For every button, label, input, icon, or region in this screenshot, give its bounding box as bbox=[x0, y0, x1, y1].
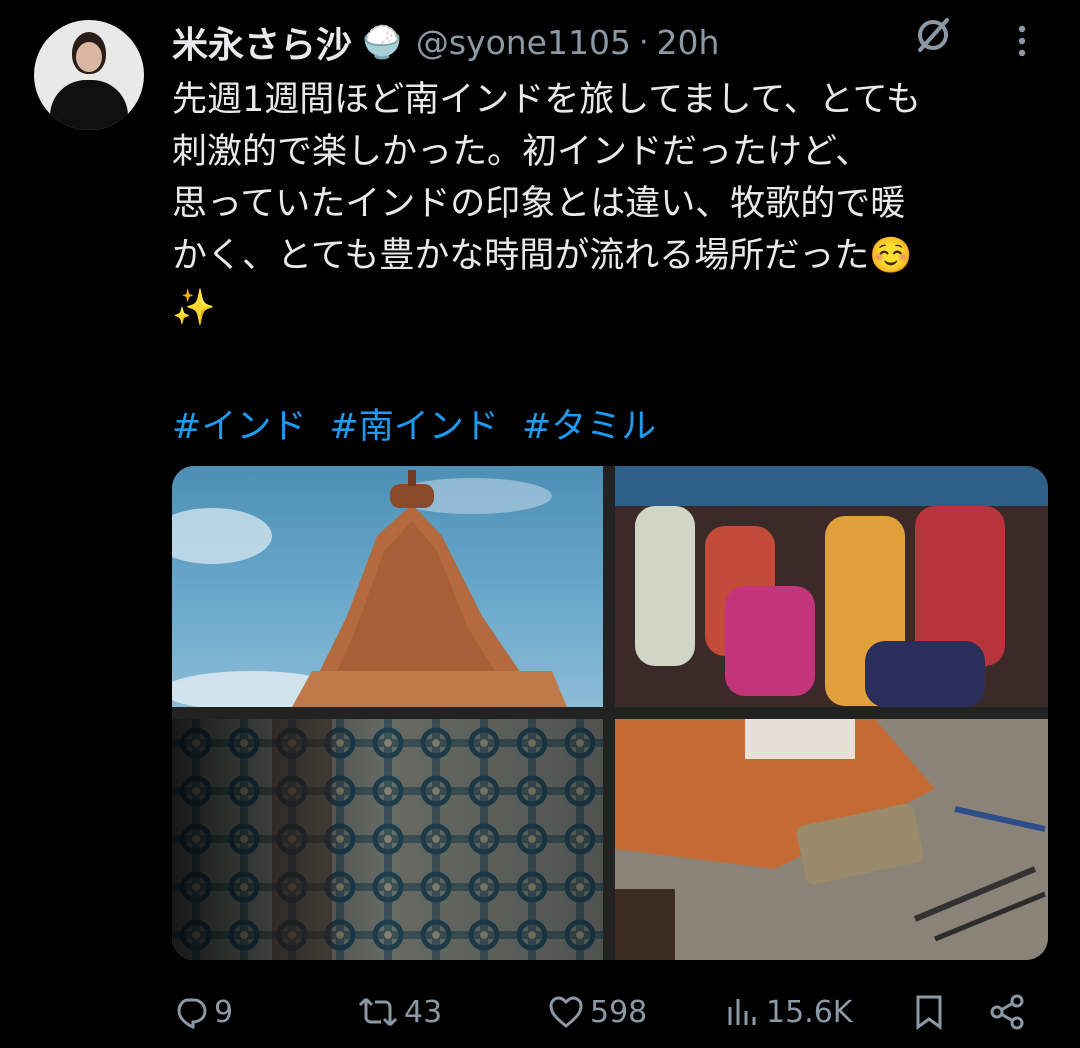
tweet-line: 刺激的で楽しかった。初インドだったけど、 bbox=[172, 132, 871, 172]
craftsman-tools-photo[interactable] bbox=[615, 719, 1048, 960]
patterned-tiles-photo[interactable] bbox=[172, 719, 603, 960]
timestamp[interactable]: 20h bbox=[657, 23, 720, 62]
like-count: 598 bbox=[590, 994, 648, 1030]
avatar-body bbox=[50, 80, 128, 130]
grok-slash-icon[interactable] bbox=[912, 14, 954, 56]
repost-button[interactable]: 43 bbox=[358, 982, 442, 1042]
author-avatar[interactable] bbox=[34, 20, 144, 130]
tweet-line: ✨ bbox=[172, 288, 216, 328]
temple-photo[interactable] bbox=[172, 466, 603, 707]
bookmark-icon bbox=[916, 995, 942, 1030]
reply-count: 9 bbox=[214, 994, 234, 1030]
repost-count: 43 bbox=[404, 994, 443, 1030]
views-button[interactable]: 15.6K bbox=[726, 982, 852, 1042]
repost-icon bbox=[358, 997, 398, 1027]
tweet-line: 思っていたインドの印象とは違い、牧歌的で暖 bbox=[172, 184, 906, 224]
tweet-line: 先週1週間ほど南インドを旅してまして、とても bbox=[172, 80, 921, 120]
share-icon bbox=[990, 994, 1024, 1030]
author-handle[interactable]: @syone1105 bbox=[416, 23, 631, 62]
author-name[interactable]: 米永さら沙 bbox=[172, 16, 352, 68]
separator-dot: · bbox=[638, 24, 649, 60]
tweet-text: 先週1週間ほど南インドを旅してまして、とても 刺激的で楽しかった。初インドだった… bbox=[172, 74, 1052, 334]
women-in-saris-photo[interactable] bbox=[615, 466, 1048, 707]
tweet-header: 米永さら沙 🍚 @syone1105 · 20h bbox=[172, 14, 719, 70]
hashtag-link[interactable]: #南インド bbox=[329, 407, 498, 447]
reply-button[interactable]: 9 bbox=[174, 982, 233, 1042]
tweet-line: かく、とても豊かな時間が流れる場所だった☺️ bbox=[172, 236, 913, 276]
reply-icon bbox=[177, 998, 207, 1029]
share-button[interactable] bbox=[988, 982, 1032, 1042]
hashtag-list: #インド #南インド #タミル bbox=[172, 398, 668, 449]
views-bar-chart-icon bbox=[728, 999, 756, 1025]
bookmark-button[interactable] bbox=[912, 982, 952, 1042]
rice-bowl-emoji-icon: 🍚 bbox=[362, 23, 402, 61]
hashtag-link[interactable]: #タミル bbox=[522, 407, 656, 447]
more-options-icon[interactable] bbox=[1006, 20, 1038, 62]
avatar-face bbox=[76, 42, 102, 72]
view-count: 15.6K bbox=[766, 994, 853, 1030]
tweet-actions: 9 43 598 15.6K bbox=[0, 982, 1080, 1042]
media-grid bbox=[172, 466, 1048, 960]
like-button[interactable]: 598 bbox=[548, 982, 647, 1042]
hashtag-link[interactable]: #インド bbox=[172, 407, 306, 447]
heart-icon bbox=[549, 996, 583, 1028]
